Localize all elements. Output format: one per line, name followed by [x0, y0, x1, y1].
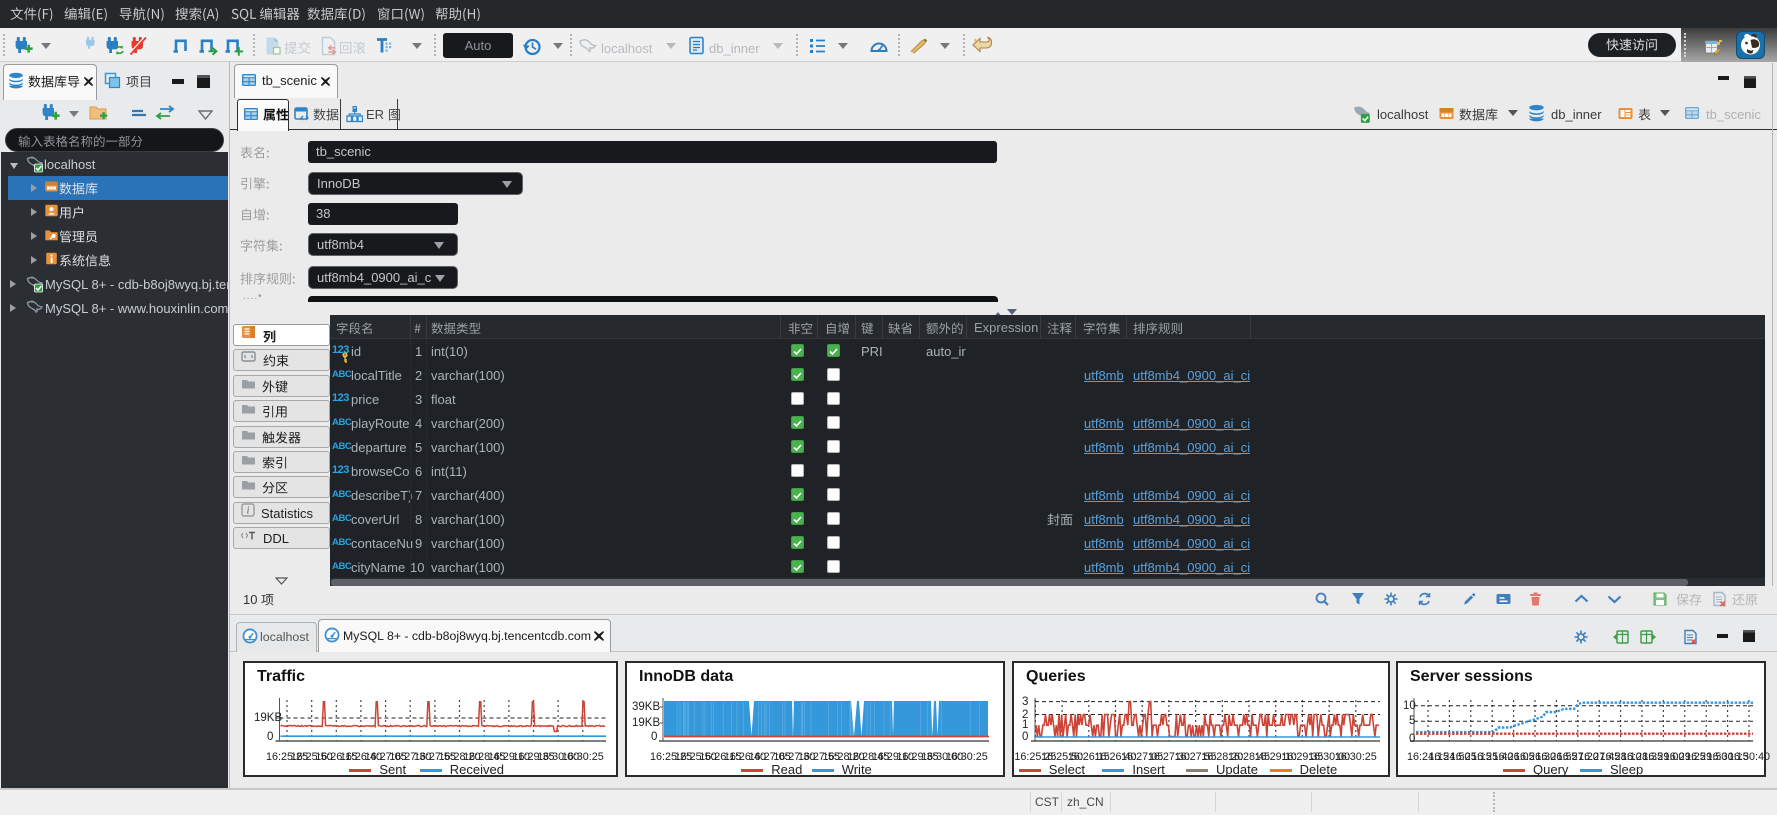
svg-text:i: i: [247, 506, 250, 517]
